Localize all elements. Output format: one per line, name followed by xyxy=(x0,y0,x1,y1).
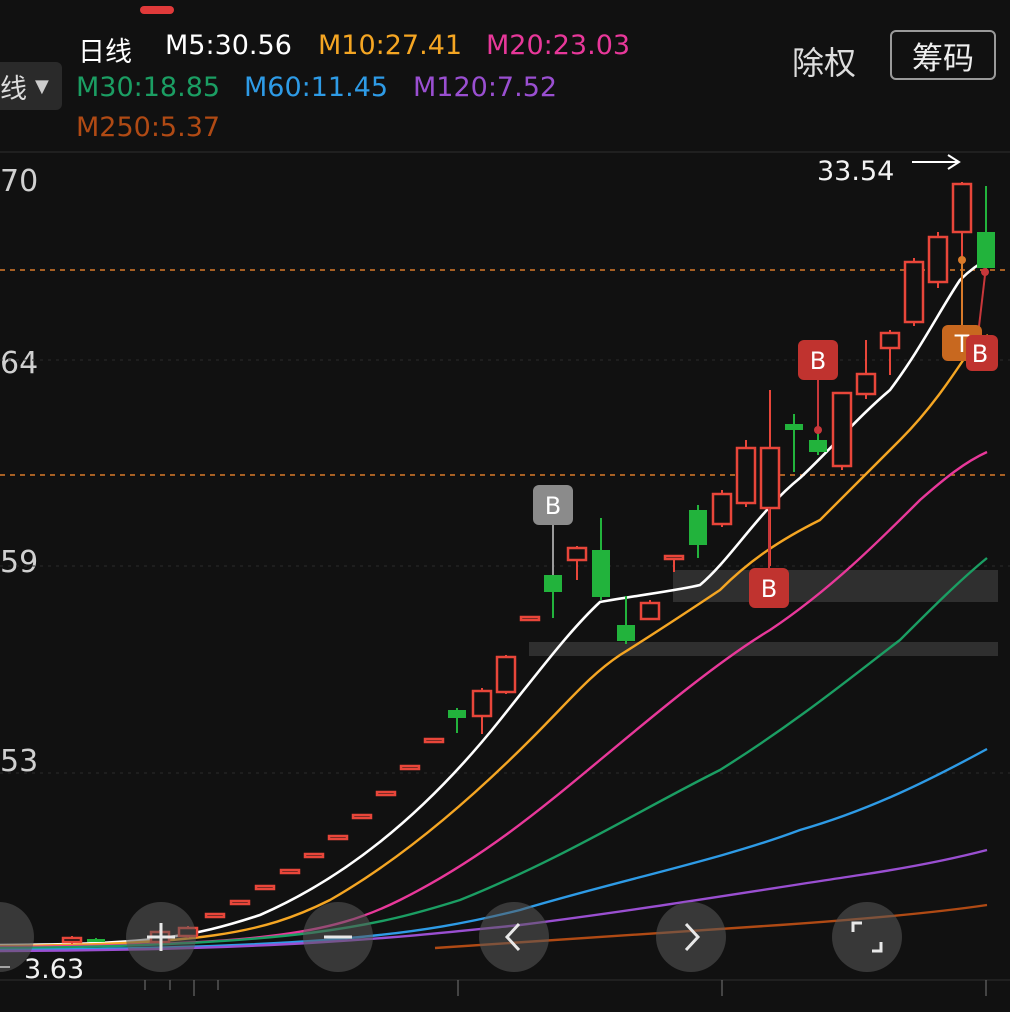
candle-body xyxy=(448,710,466,718)
candle-body xyxy=(951,182,973,234)
chevron-right-icon xyxy=(684,922,701,952)
high-price-label: 33.54 xyxy=(817,156,895,187)
scroll-right-button[interactable] xyxy=(656,902,726,972)
candle-body xyxy=(735,446,757,505)
minus-icon xyxy=(324,935,352,939)
candle-body xyxy=(519,615,541,622)
volume-band xyxy=(529,642,998,656)
candle-body xyxy=(229,899,251,906)
candle-body xyxy=(903,260,925,324)
signal-marker-label: B xyxy=(810,347,826,375)
candle-body xyxy=(831,391,853,468)
ma20-line xyxy=(0,450,988,949)
candle-body xyxy=(279,868,301,875)
low-price-label: 3.63 xyxy=(24,954,85,985)
candle-body xyxy=(423,737,445,744)
candle-body xyxy=(204,912,226,919)
volume-band xyxy=(673,570,998,602)
signal-marker[interactable]: B xyxy=(749,568,789,608)
candle-body xyxy=(785,424,803,430)
signal-marker-label: B xyxy=(545,492,561,520)
candle-body xyxy=(254,884,276,891)
zoom-in-button[interactable] xyxy=(126,902,196,972)
candle-body xyxy=(495,655,517,694)
ma30-line xyxy=(0,557,988,950)
candle-body xyxy=(592,550,610,597)
plus-icon xyxy=(147,923,175,951)
candle-body xyxy=(566,546,588,562)
candle-body xyxy=(617,625,635,641)
candle-body xyxy=(977,232,995,268)
scroll-left-button[interactable] xyxy=(479,902,549,972)
signal-marker-label: B xyxy=(761,575,777,603)
fullscreen-button[interactable] xyxy=(832,902,902,972)
candle-body xyxy=(303,852,325,859)
kline-chart[interactable]: B B B T B xyxy=(0,0,1010,1012)
signal-marker[interactable]: B xyxy=(798,340,838,380)
candle-body xyxy=(639,601,661,621)
candle-body xyxy=(809,440,827,452)
chevron-left-icon xyxy=(504,922,521,952)
fullscreen-icon xyxy=(851,921,883,953)
candle-body xyxy=(544,575,562,592)
candle-body xyxy=(855,372,877,396)
candle-body xyxy=(927,235,949,284)
candle-body xyxy=(663,554,685,561)
candle-body xyxy=(879,331,901,350)
signal-marker-label: B xyxy=(972,340,988,368)
candle-body xyxy=(711,492,733,526)
signal-marker[interactable]: B xyxy=(966,335,998,371)
candle-body xyxy=(759,446,781,510)
zoom-out-button[interactable] xyxy=(303,902,373,972)
candle-body xyxy=(471,689,493,718)
candle-body xyxy=(689,510,707,545)
signal-marker[interactable]: B xyxy=(533,485,573,525)
candle-body xyxy=(375,790,397,797)
candle-body xyxy=(87,939,105,942)
candle-body xyxy=(351,813,373,820)
candle-body xyxy=(61,936,83,944)
candle-body xyxy=(399,764,421,771)
candle-body xyxy=(327,834,349,841)
